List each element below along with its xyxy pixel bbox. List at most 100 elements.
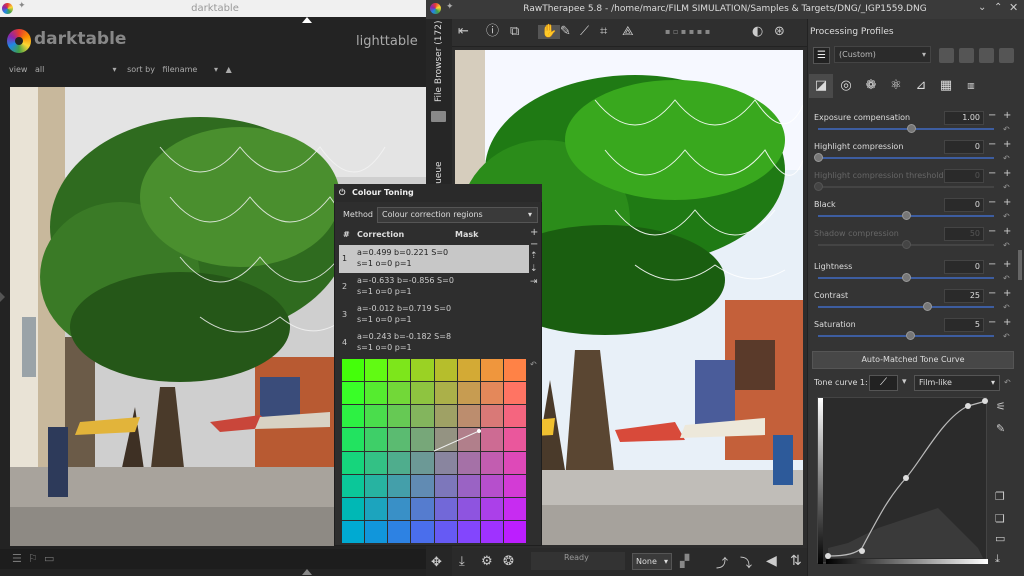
open-curve-icon[interactable]: ▭ xyxy=(995,532,1005,545)
move-icon[interactable]: ✥ xyxy=(431,555,442,570)
reset-icon[interactable]: ↶ xyxy=(1003,183,1010,192)
pin-icon[interactable]: ✦ xyxy=(18,1,26,11)
power-icon[interactable]: ⏻ xyxy=(339,184,345,202)
transform-icon[interactable]: ⊿ xyxy=(913,78,929,94)
panel-scrollbar[interactable] xyxy=(1018,250,1022,280)
slider-knob[interactable] xyxy=(814,182,823,191)
none-select[interactable]: None ▾ xyxy=(632,553,672,570)
reset-icon[interactable]: ↶ xyxy=(1003,125,1010,134)
chevron-down-icon[interactable]: ▾ xyxy=(214,65,218,74)
channel-icons[interactable]: ▪ ▫ ▪ ▪ ▪ ▪ xyxy=(665,25,710,39)
paste-profile-icon[interactable] xyxy=(999,48,1014,63)
exposure-slider[interactable] xyxy=(818,306,994,308)
copy-curve-icon[interactable]: ❐ xyxy=(995,490,1005,503)
display-icon[interactable]: ▭ xyxy=(44,552,54,565)
warning-icon[interactable]: ⊛ xyxy=(774,25,785,39)
save-profile-icon[interactable] xyxy=(959,48,974,63)
queue-add-icon[interactable]: ⚙ xyxy=(481,554,493,569)
slider-knob[interactable] xyxy=(902,240,911,249)
before-after-icon[interactable]: ⧉ xyxy=(510,25,519,39)
folder-icon[interactable] xyxy=(431,111,446,122)
move-up-icon[interactable]: ⇡ xyxy=(530,251,538,261)
exposure-row-value[interactable]: 5 xyxy=(944,318,984,332)
crop-icon[interactable]: ⌗ xyxy=(600,25,607,39)
increment-icon[interactable]: + xyxy=(1003,168,1011,179)
paste-curve-icon[interactable]: ❏ xyxy=(995,512,1005,525)
tag-icon[interactable]: ⚐ xyxy=(28,552,38,565)
decrement-icon[interactable]: − xyxy=(988,317,996,328)
slider-knob[interactable] xyxy=(902,273,911,282)
decrement-icon[interactable]: − xyxy=(988,226,996,237)
exposure-slider[interactable] xyxy=(818,157,994,159)
remove-region-icon[interactable]: − xyxy=(530,239,538,250)
straighten-icon[interactable]: ⟋ xyxy=(580,25,589,39)
color-icon[interactable]: ❁ xyxy=(863,78,879,94)
pin-icon[interactable]: ✦ xyxy=(446,2,454,12)
profile-select[interactable]: (Custom) ▾ xyxy=(834,46,931,63)
increment-icon[interactable]: + xyxy=(1003,197,1011,208)
curve-pencil-icon[interactable]: ✎ xyxy=(996,422,1005,435)
save-icon[interactable]: ⤓ xyxy=(459,554,465,569)
add-region-icon[interactable]: + xyxy=(530,227,538,238)
increment-icon[interactable]: + xyxy=(1003,110,1011,121)
exposure-row-value[interactable]: 0 xyxy=(944,198,984,212)
hand-tool-icon[interactable]: ✋ xyxy=(538,25,561,39)
reset-icon[interactable]: ↶ xyxy=(1003,154,1010,163)
tone-curve-mode-select[interactable]: Film-like ▾ xyxy=(914,375,1000,391)
chevron-down-icon[interactable]: ▾ xyxy=(113,65,117,74)
reset-icon[interactable]: ↶ xyxy=(1003,303,1010,312)
exposure-row-value[interactable]: 0 xyxy=(944,169,984,183)
rotate-left-icon[interactable]: ⤴ xyxy=(716,554,728,571)
increment-icon[interactable]: + xyxy=(1003,288,1011,299)
colour-toning-header[interactable]: ⏻ Colour Toning xyxy=(334,184,542,202)
sort-order-icon[interactable]: ▲ xyxy=(226,65,232,74)
reset-icon[interactable]: ↶ xyxy=(1003,274,1010,283)
previous-image-icon[interactable]: ◀ xyxy=(766,553,777,569)
meta-icon[interactable]: ▥ xyxy=(963,78,979,94)
slider-knob[interactable] xyxy=(814,153,823,162)
exposure-row-value[interactable]: 0 xyxy=(944,260,984,274)
split-view-icon[interactable]: ⇤ xyxy=(458,25,469,39)
auto-matched-tone-curve-button[interactable]: Auto-Matched Tone Curve xyxy=(812,351,1014,369)
minimize-icon[interactable]: ⌄ xyxy=(978,2,986,13)
info-icon[interactable]: ⓘ xyxy=(486,25,499,39)
chevron-down-icon[interactable]: ▾ xyxy=(902,377,907,387)
list-icon[interactable]: ☰ xyxy=(12,552,22,565)
move-down-icon[interactable]: ⇣ xyxy=(530,264,538,274)
left-panel-toggle-icon[interactable] xyxy=(0,292,5,302)
external-editor-icon[interactable]: ❂ xyxy=(503,554,514,569)
rotate-right-icon[interactable]: ⤵ xyxy=(740,554,752,571)
profile-list-icon[interactable]: ☰ xyxy=(813,47,830,64)
reset-icon[interactable]: ↶ xyxy=(1003,332,1010,341)
tab-file-browser[interactable]: File Browser (172) xyxy=(434,21,444,102)
flip-icon[interactable]: ⇅ xyxy=(790,553,802,569)
sort-select[interactable]: filename xyxy=(162,65,206,74)
method-select[interactable]: Colour correction regions ▾ xyxy=(377,207,538,223)
region-row[interactable]: 1 a=0.499 b=0.221 S=0 s=1 o=0 p=1 xyxy=(339,245,529,273)
region-row[interactable]: 2 a=-0.633 b=-0.856 S=0 s=1 o=0 p=1 xyxy=(339,273,529,301)
tone-curve-graph[interactable] xyxy=(817,397,988,564)
exposure-row-value[interactable]: 25 xyxy=(944,289,984,303)
region-row[interactable]: 3 a=-0.012 b=0.719 S=0 s=1 o=0 p=1 xyxy=(339,301,529,329)
slider-knob[interactable] xyxy=(905,331,915,340)
view-filter-select[interactable]: all xyxy=(35,65,105,74)
view-switcher-lighttable[interactable]: lighttable xyxy=(356,34,418,49)
color-picker-icon[interactable]: ✎ xyxy=(560,25,571,39)
decrement-icon[interactable]: − xyxy=(988,259,996,270)
histogram-icon[interactable]: ▞ xyxy=(680,554,689,568)
decrement-icon[interactable]: − xyxy=(988,139,996,150)
reset-icon[interactable]: ↶ xyxy=(1004,378,1011,387)
slider-knob[interactable] xyxy=(902,211,911,220)
close-icon[interactable]: ✕ xyxy=(1009,1,1018,14)
bottom-panel-toggle-icon[interactable] xyxy=(302,569,312,575)
copy-profile-icon[interactable] xyxy=(979,48,994,63)
curve-editor-icon[interactable]: ⚟ xyxy=(996,400,1006,413)
reset-icon[interactable]: ↶ xyxy=(1003,212,1010,221)
perspective-icon[interactable]: ⟁ xyxy=(622,25,634,39)
focus-mask-icon[interactable]: ◐ xyxy=(752,25,763,39)
decrement-icon[interactable]: − xyxy=(988,110,996,121)
reset-icon[interactable]: ↶ xyxy=(1003,241,1010,250)
exposure-row-value[interactable]: 0 xyxy=(944,140,984,154)
exposure-row-value[interactable]: 1.00 xyxy=(944,111,984,125)
increment-icon[interactable]: + xyxy=(1003,317,1011,328)
